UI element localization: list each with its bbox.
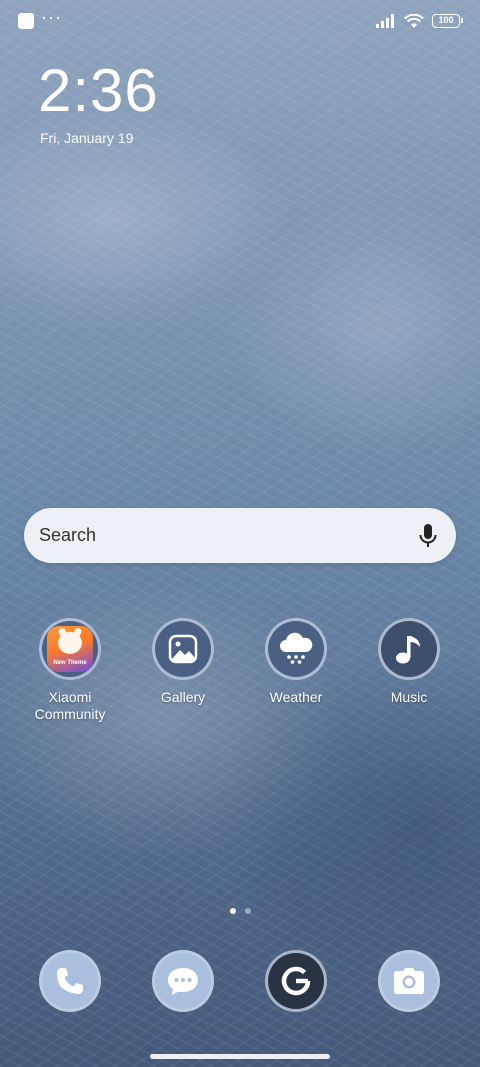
app-xiaomi-community[interactable]: New Theme Xiaomi Community — [14, 618, 126, 723]
notification-square-icon — [18, 13, 34, 29]
clock-date[interactable]: Fri, January 19 — [40, 130, 133, 146]
page-dot — [244, 908, 251, 914]
status-icons: 100 — [376, 12, 463, 30]
app-gallery[interactable]: Gallery — [127, 618, 239, 706]
camera-icon — [394, 968, 424, 994]
app-weather[interactable]: Weather — [240, 618, 352, 706]
dock-camera[interactable] — [378, 950, 440, 1012]
app-label: Xiaomi Community — [34, 689, 106, 722]
status-bar: ··· 100 — [0, 0, 480, 42]
search-placeholder: Search — [39, 525, 97, 545]
page-dot-active — [229, 908, 236, 914]
clock-time[interactable]: 2:36 — [38, 58, 159, 124]
gallery-icon — [152, 618, 214, 680]
microphone-icon[interactable] — [418, 523, 438, 549]
battery-icon: 100 — [432, 14, 463, 28]
xiaomi-community-icon: New Theme — [39, 618, 101, 680]
messages-icon — [168, 968, 198, 995]
home-indicator[interactable] — [150, 1054, 330, 1059]
dock-google[interactable] — [265, 950, 327, 1012]
more-notifications-icon: ··· — [41, 7, 62, 27]
search-bar[interactable]: Search — [24, 508, 456, 563]
google-icon — [281, 966, 311, 996]
phone-icon — [57, 968, 83, 994]
app-label: Music — [390, 689, 428, 705]
app-label: Gallery — [160, 689, 206, 705]
dock-phone[interactable] — [39, 950, 101, 1012]
wifi-icon — [404, 13, 424, 28]
cellular-signal-icon — [376, 14, 394, 28]
app-music[interactable]: Music — [353, 618, 465, 706]
xiaomi-community-tile-text: New Theme — [53, 660, 87, 666]
dock-messages[interactable] — [152, 950, 214, 1012]
weather-icon — [265, 618, 327, 680]
app-label: Weather — [269, 689, 323, 705]
page-indicator — [0, 908, 480, 914]
music-icon — [378, 618, 440, 680]
